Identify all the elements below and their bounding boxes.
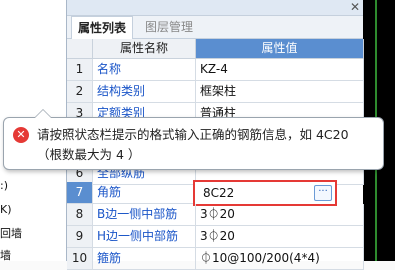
table-row[interactable]: 10 箍筋 ⏀10@100/200(4*4) (67, 248, 364, 270)
property-value[interactable]: 3⏀20 (196, 204, 364, 226)
column-header-value[interactable]: 属性值 (196, 39, 364, 59)
left-tree-item[interactable]: 墙 (0, 248, 66, 264)
property-name: 结构类别 (93, 81, 196, 103)
property-value-editor[interactable]: 8C22 ··· (193, 180, 337, 206)
left-tree-item[interactable]: K) (0, 202, 66, 218)
close-icon[interactable]: ✕ (349, 1, 361, 13)
panel-tabs: 属性列表 图层管理 (67, 16, 363, 40)
tooltip-arrow-fill (35, 110, 51, 118)
property-name: 角筋 (93, 182, 196, 204)
tab-layer-management[interactable]: 图层管理 (133, 16, 205, 38)
column-header-name[interactable]: 属性名称 (93, 39, 196, 59)
row-number: 7 (67, 182, 93, 204)
table-row-selected[interactable]: 7 角筋 8C22 ··· (67, 180, 363, 206)
row-number-header (67, 39, 93, 59)
error-tooltip: ✕ 请按照状态栏提示的格式输入正确的钢筋信息，如 4C20 （根数最大为 4 ） (3, 109, 384, 170)
left-tree-item[interactable]: 回墙 (0, 226, 66, 242)
error-icon: ✕ (13, 127, 29, 143)
left-tree-item[interactable]: :) (0, 178, 66, 194)
row-number: 2 (67, 81, 93, 103)
property-value[interactable]: KZ-4 (196, 59, 364, 81)
table-row[interactable]: 9 H边一侧中部筋 3⏀20 (67, 226, 364, 248)
property-name: 箍筋 (93, 248, 196, 270)
row-number: 1 (67, 59, 93, 81)
table-row[interactable]: 2 结构类别 框架柱 (67, 81, 364, 103)
property-value[interactable]: 3⏀20 (196, 226, 364, 248)
tooltip-message: 请按照状态栏提示的格式输入正确的钢筋信息，如 4C20 （根数最大为 4 ） (37, 127, 349, 162)
row-number: 9 (67, 226, 93, 248)
property-name: B边一侧中部筋 (93, 204, 196, 226)
row-number: 10 (67, 248, 93, 270)
property-value[interactable]: ⏀10@100/200(4*4) (196, 248, 364, 270)
table-row[interactable]: 8 B边一侧中部筋 3⏀20 (67, 204, 364, 226)
ellipsis-button[interactable]: ··· (314, 185, 332, 201)
editor-input-text[interactable]: 8C22 (203, 182, 234, 204)
table-row[interactable]: 1 名称 KZ-4 (67, 59, 364, 81)
property-name: 名称 (93, 59, 196, 81)
panel-title-bar: ✕ (67, 0, 363, 16)
property-name: H边一侧中部筋 (93, 226, 196, 248)
tab-property-list[interactable]: 属性列表 (71, 16, 133, 40)
row-number: 8 (67, 204, 93, 226)
property-value[interactable]: 框架柱 (196, 81, 364, 103)
